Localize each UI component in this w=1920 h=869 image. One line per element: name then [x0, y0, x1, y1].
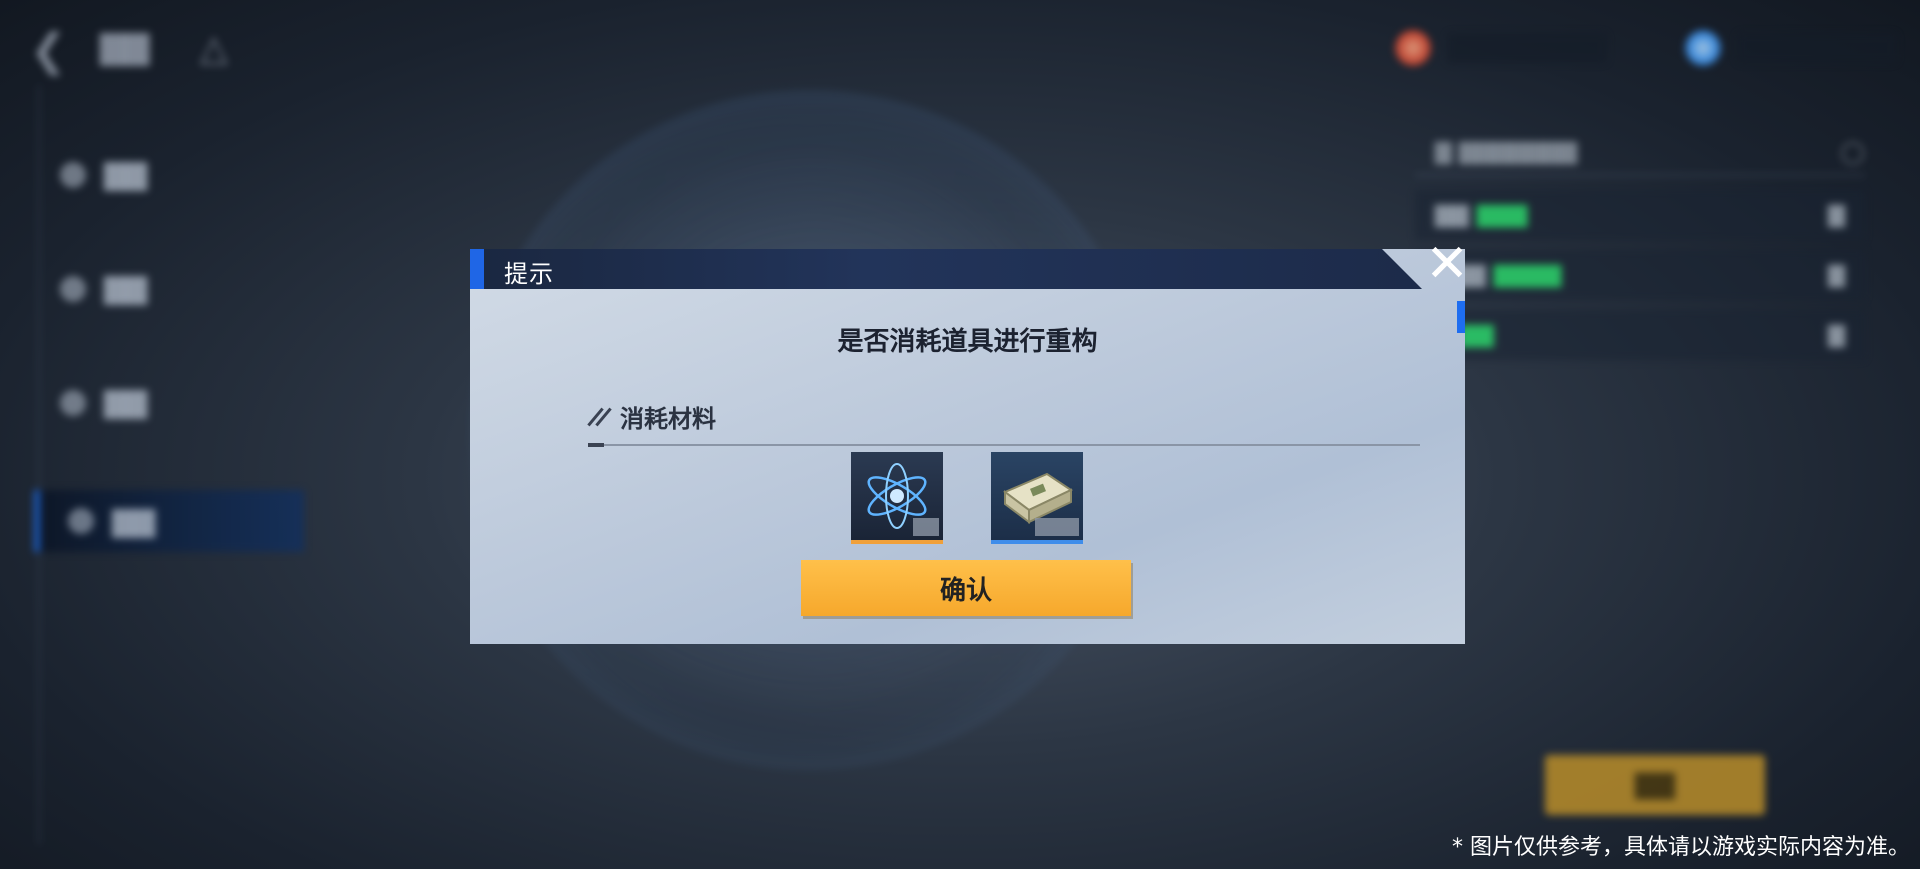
red-orb-icon — [1395, 30, 1431, 66]
materials-list — [851, 452, 1083, 544]
topbar-title-blurred: ▇▇ — [100, 28, 150, 66]
blue-atom-icon — [1685, 30, 1721, 66]
attribute-panel-header: ▇ ▇▇▇▇▇▇▇ ◯ — [1415, 130, 1865, 176]
attribute-row: ▇▇▇▇ — [1415, 310, 1865, 360]
dialog-title: 提示 — [504, 260, 554, 288]
resource-bar — [1737, 33, 1897, 63]
materials-section: 消耗材料 — [588, 399, 1420, 447]
item-count-blurred — [1035, 518, 1079, 536]
attribute-panel: ▇ ▇▇▇▇▇▇▇◯ ▇▇▇▇▇▇ ▇▇▇▇▇▇▇▇ ▇▇▇▇ — [1415, 130, 1865, 370]
reforge-confirm-dialog: 提示 是否消耗道具进行重构 消耗材料 确认 — [470, 249, 1465, 644]
sidebar-item-2[interactable]: ▇▇ — [60, 272, 147, 305]
sidebar-item-4-active[interactable]: ▇▇ — [34, 490, 304, 552]
resource-bar — [1447, 33, 1607, 63]
sidebar-item-1[interactable]: ▇▇ — [60, 158, 147, 191]
dot-icon — [60, 275, 86, 302]
dot-icon — [60, 389, 86, 416]
sidebar-item-3[interactable]: ▇▇ — [60, 386, 147, 419]
confirm-button[interactable]: 确认 — [801, 560, 1131, 616]
section-divider — [588, 443, 1420, 447]
close-icon[interactable]: ✕ — [1425, 238, 1469, 290]
double-slash-icon — [588, 406, 610, 428]
resource-blue — [1685, 30, 1897, 66]
attribute-row: ▇▇ ▇▇▇ ▇ — [1415, 190, 1865, 240]
dot-icon — [60, 161, 86, 188]
sidebar-rail — [38, 85, 40, 845]
background-reforge-button: ▇▇ — [1545, 755, 1765, 815]
resource-red — [1395, 30, 1607, 66]
dialog-question: 是否消耗道具进行重构 — [837, 327, 1098, 357]
materials-section-label: 消耗材料 — [620, 405, 716, 433]
item-count-blurred — [913, 518, 939, 536]
dot-icon — [68, 508, 94, 534]
material-item-cash[interactable] — [991, 452, 1083, 544]
dialog-header-accent — [470, 249, 484, 289]
attribute-row: ▇▇▇▇▇▇▇▇ — [1415, 250, 1865, 300]
home-icon[interactable]: △ — [200, 28, 228, 69]
material-item-atom[interactable] — [851, 452, 943, 544]
disclaimer-text: * 图片仅供参考，具体请以游戏实际内容为准。 — [1452, 835, 1910, 860]
materials-section-header: 消耗材料 — [588, 399, 1420, 434]
chevron-left-icon[interactable]: ❮ — [30, 25, 67, 76]
dialog-header — [470, 249, 1465, 289]
